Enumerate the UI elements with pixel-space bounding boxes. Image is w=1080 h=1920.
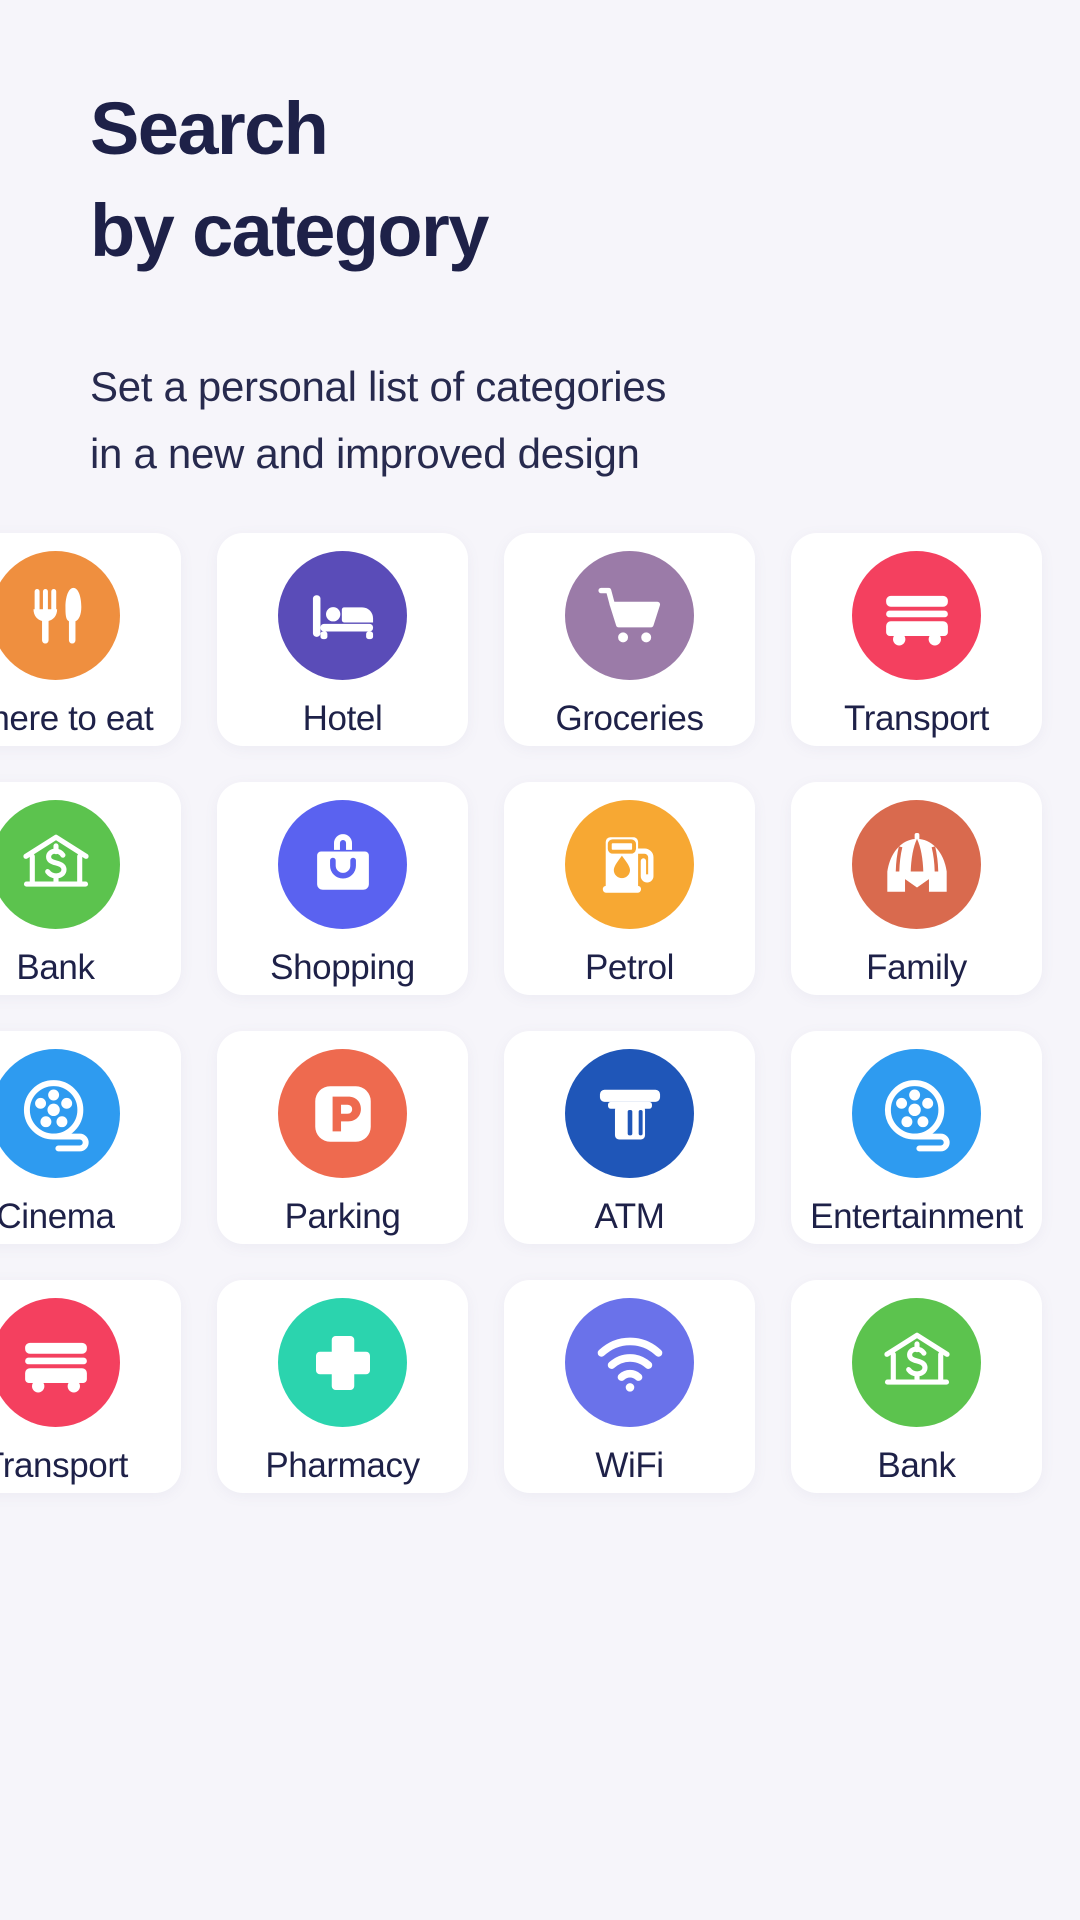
film-reel-icon [0, 1049, 120, 1178]
page-subtitle-line-1: Set a personal list of categories [90, 363, 667, 411]
category-tile[interactable]: Pharmacy [217, 1280, 468, 1493]
category-tile-label: Groceries [555, 699, 704, 738]
category-tile[interactable]: Parking [217, 1031, 468, 1244]
shopping-bag-icon [278, 800, 407, 929]
category-tile[interactable]: Petrol [504, 782, 755, 995]
category-tile-label: Family [866, 948, 967, 987]
category-tile-label: WiFi [595, 1446, 664, 1485]
page-header: Search by category Set a personal list o… [90, 78, 990, 487]
category-tile-label: Bank [877, 1446, 956, 1485]
category-tile[interactable]: Family [791, 782, 1042, 995]
category-tile-label: Shopping [270, 948, 415, 987]
page-subtitle-line-2: in a new and improved design [90, 429, 640, 477]
bank-dollar-icon [0, 800, 120, 929]
cutlery-icon [0, 551, 120, 680]
category-tile-label: Where to eat [0, 699, 154, 738]
category-tile[interactable]: Entertainment [791, 1031, 1042, 1244]
category-tile-label: Bank [16, 948, 95, 987]
category-tile-label: Entertainment [810, 1197, 1023, 1236]
category-tile[interactable]: Bank [791, 1280, 1042, 1493]
atm-icon [565, 1049, 694, 1178]
category-tile[interactable]: Cinema [0, 1031, 181, 1244]
category-tile-label: ATM [594, 1197, 665, 1236]
category-tile-label: Cinema [0, 1197, 115, 1236]
category-tile-label: Transport [844, 699, 989, 738]
category-tile-label: Transport [0, 1446, 128, 1485]
category-tile[interactable]: Shopping [217, 782, 468, 995]
bank-dollar-icon [852, 1298, 981, 1427]
category-tile-label: Pharmacy [265, 1446, 420, 1485]
category-tile[interactable]: Groceries [504, 533, 755, 746]
category-tile-label: Hotel [302, 699, 383, 738]
category-tile[interactable]: ATM [504, 1031, 755, 1244]
category-tile[interactable]: Transport [0, 1280, 181, 1493]
shopping-cart-icon [565, 551, 694, 680]
page-title: Search by category [90, 78, 990, 282]
bus-icon [0, 1298, 120, 1427]
category-tile[interactable]: Hotel [217, 533, 468, 746]
category-search-screen: Search by category Set a personal list o… [0, 0, 1080, 1920]
film-reel-icon [852, 1049, 981, 1178]
circus-tent-icon [852, 800, 981, 929]
category-grid: Where to eat Hotel Groceries Transport [0, 533, 1080, 1493]
parking-p-icon [278, 1049, 407, 1178]
medical-cross-icon [278, 1298, 407, 1427]
wifi-icon [565, 1298, 694, 1427]
category-tile[interactable]: WiFi [504, 1280, 755, 1493]
category-tile[interactable]: Where to eat [0, 533, 181, 746]
bed-icon [278, 551, 407, 680]
page-title-line-1: Search [90, 87, 329, 170]
category-tile[interactable]: Transport [791, 533, 1042, 746]
category-tile-label: Petrol [584, 948, 675, 987]
category-tile[interactable]: Bank [0, 782, 181, 995]
page-subtitle: Set a personal list of categories in a n… [90, 354, 990, 487]
fuel-pump-icon [565, 800, 694, 929]
bus-icon [852, 551, 981, 680]
category-tile-label: Parking [284, 1197, 401, 1236]
page-title-line-2: by category [90, 189, 489, 273]
